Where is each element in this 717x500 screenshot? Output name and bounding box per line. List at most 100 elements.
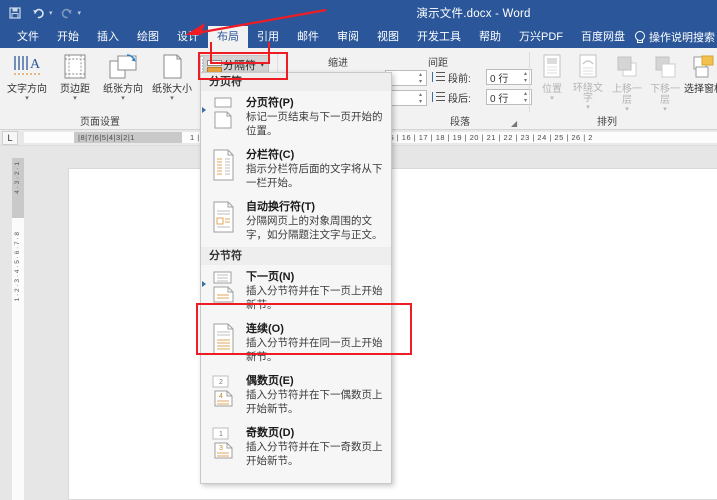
margins-icon — [52, 51, 98, 83]
ribbon-tab-11[interactable]: 帮助 — [470, 26, 510, 48]
ribbon-button-text-direction[interactable]: A 文字方向 ▾ — [4, 51, 50, 102]
menu-item-text: 奇数页(D) 插入分节符并在下一奇数页上开始新节。 — [246, 426, 383, 468]
spinner-arrows-icon[interactable]: ▴ ▾ — [416, 72, 425, 85]
ribbon-tab-2[interactable]: 插入 — [88, 26, 128, 48]
lightbulb-icon — [634, 30, 645, 44]
ribbon-tab-12[interactable]: 万兴PDF — [510, 26, 572, 48]
ribbon-tab-0[interactable]: 文件 — [8, 26, 48, 48]
menu-item-icon-wrapper: 24 — [209, 375, 239, 409]
ribbon-tab-label: 审阅 — [337, 31, 359, 43]
chevron-down-icon[interactable]: ▾ — [534, 95, 570, 102]
menu-item-title: 下一页(N) — [246, 271, 295, 283]
ribbon-button-selection-pane[interactable]: 选择窗格 — [684, 51, 717, 95]
ribbon-tab-label: 视图 — [377, 31, 399, 43]
ribbon-label: 上移一层 — [612, 84, 642, 106]
ribbon-tab-4[interactable]: 设计 — [168, 26, 208, 48]
ribbon-tab-label: 开发工具 — [417, 31, 461, 43]
ruler-v-numbers-body: 1 · 2 · 3 · 4 · 5 · 6 · 7 · 8 — [14, 232, 21, 302]
chevron-down-icon[interactable]: ▾ — [149, 95, 195, 102]
chevron-down-icon[interactable]: ▾ — [646, 106, 684, 113]
chevron-down-icon[interactable]: ▾ — [260, 61, 264, 69]
word-window: ▾ ▾ 演示文件.docx - Word 文件 开始 插入 绘图 设计 布局 引用 邮件 审阅 视… — [0, 0, 717, 500]
ribbon-tab-8[interactable]: 审阅 — [328, 26, 368, 48]
chevron-down-icon[interactable]: ▾ — [4, 95, 50, 102]
ribbon-button-send-backward[interactable]: 下移一层 ▾ — [646, 51, 684, 113]
text-direction-icon: A — [4, 51, 50, 83]
svg-text:A: A — [30, 57, 41, 72]
tab-stop-selector[interactable]: L — [2, 131, 18, 145]
ribbon-group-label-arrange: 排列 — [597, 117, 617, 128]
ribbon-label: 文字方向 — [7, 84, 47, 95]
menu-item-0-1[interactable]: 分栏符(C) 指示分栏符后面的文字将从下一栏开始。 — [201, 143, 391, 195]
column-break-icon — [211, 149, 237, 181]
document-page[interactable] — [68, 168, 717, 500]
ribbon-tab-label: 帮助 — [479, 31, 501, 43]
menu-item-marker-icon — [202, 107, 206, 113]
menu-item-description: 插入分节符并在下一页上开始新节。 — [246, 285, 383, 311]
menu-item-text: 连续(O) 插入分节符并在同一页上开始新节。 — [246, 322, 383, 364]
title-bar: ▾ ▾ 演示文件.docx - Word — [0, 0, 717, 26]
ribbon-button-orientation[interactable]: 纸张方向 ▾ — [100, 51, 146, 102]
menu-item-title: 分页符(P) — [246, 97, 294, 109]
tell-me-search[interactable]: 操作说明搜索 — [634, 26, 715, 48]
spinner-arrows-icon[interactable]: ▴ ▾ — [416, 92, 425, 105]
ribbon-button-paper-size[interactable]: 纸张大小 ▾ — [149, 51, 195, 102]
ribbon-button-wrap-text[interactable]: 环绕文字 ▾ — [570, 51, 606, 111]
spacing-before-field[interactable]: 0 行 ▴ ▾ — [486, 69, 532, 85]
svg-text:3: 3 — [219, 445, 223, 452]
paper-size-icon — [149, 51, 195, 83]
menu-item-title: 分栏符(C) — [246, 149, 295, 161]
ribbon-tab-13[interactable]: 百度网盘 — [572, 26, 634, 48]
ruler-numbers-left: |8|7|6|5|4|3|2|1 — [78, 133, 135, 142]
ribbon-button-bring-forward[interactable]: 上移一层 ▾ — [608, 51, 646, 113]
ribbon-tab-6[interactable]: 引用 — [248, 26, 288, 48]
ribbon-label: 纸张大小 — [152, 84, 192, 95]
ribbon-tab-label: 百度网盘 — [581, 31, 625, 43]
menu-item-title: 奇数页(D) — [246, 427, 295, 439]
ribbon-tab-3[interactable]: 绘图 — [128, 26, 168, 48]
ribbon-tab-label: 万兴PDF — [519, 31, 563, 43]
continuous-section-icon — [211, 323, 237, 355]
position-icon — [534, 51, 570, 83]
chevron-down-icon[interactable]: ▾ — [52, 95, 98, 102]
ribbon-tab-7[interactable]: 邮件 — [288, 26, 328, 48]
spacing-after-field[interactable]: 0 行 ▴ ▾ — [486, 89, 532, 105]
ribbon-tab-5[interactable]: 布局 — [208, 26, 248, 48]
ribbon-tab-1[interactable]: 开始 — [48, 26, 88, 48]
tell-me-label: 操作说明搜索 — [649, 32, 715, 44]
chevron-down-icon[interactable]: ▾ — [608, 106, 646, 113]
ribbon-button-position[interactable]: 位置 ▾ — [534, 51, 570, 102]
document-title: 演示文件.docx - Word — [416, 8, 531, 20]
odd-page-section-icon: 13 — [211, 427, 237, 459]
spacing-before-icon — [432, 71, 445, 84]
svg-text:4: 4 — [219, 393, 223, 400]
menu-item-1-2[interactable]: 2 4 偶数页(E) 插入分节符并在下一偶数页上开始新节。 — [201, 369, 391, 421]
ribbon-button-margins[interactable]: 页边距 ▾ — [52, 51, 98, 102]
menu-item-0-0[interactable]: 分页符(P) 标记一页结束与下一页开始的位置。 — [201, 91, 391, 143]
even-page-section-icon: 24 — [211, 375, 237, 407]
menu-item-1-1[interactable]: 连续(O) 插入分节符并在同一页上开始新节。 — [201, 317, 391, 369]
menu-item-description: 插入分节符并在下一奇数页上开始新节。 — [246, 441, 383, 467]
chevron-down-icon[interactable]: ▾ — [100, 95, 146, 102]
chevron-down-icon[interactable]: ▾ — [570, 104, 606, 111]
ribbon-tab-10[interactable]: 开发工具 — [408, 26, 470, 48]
ribbon-tab-label: 引用 — [257, 31, 279, 43]
paragraph-dialog-launcher-icon[interactable]: ◢ — [511, 119, 520, 128]
ribbon-label: 环绕文字 — [573, 83, 603, 104]
group-separator — [529, 52, 530, 112]
menu-item-1-3[interactable]: 1 3 奇数页(D) 插入分节符并在下一奇数页上开始新节。 — [201, 421, 391, 473]
ribbon-tab-label: 绘图 — [137, 31, 159, 43]
ribbon-label: 纸张方向 — [103, 84, 143, 95]
ribbon-tab-label: 布局 — [217, 31, 239, 43]
vertical-ruler[interactable]: 4 · 3 · 2 · 1 1 · 2 · 3 · 4 · 5 · 6 · 7 … — [12, 158, 24, 500]
menu-item-0-2[interactable]: 自动换行符(T) 分隔网页上的对象周围的文字，如分隔题注文字与正文。 — [201, 195, 391, 247]
breaks-icon — [207, 59, 222, 73]
menu-item-text: 分页符(P) 标记一页结束与下一页开始的位置。 — [246, 96, 383, 138]
ruler-margin-left — [24, 132, 74, 143]
menu-item-1-0[interactable]: 下一页(N) 插入分节符并在下一页上开始新节。 — [201, 265, 391, 317]
ribbon-tab-9[interactable]: 视图 — [368, 26, 408, 48]
menu-item-description: 指示分栏符后面的文字将从下一栏开始。 — [246, 163, 383, 189]
spacing-after-label: 段后: — [448, 94, 471, 105]
menu-item-icon-wrapper — [209, 323, 239, 357]
breaks-dropdown-menu[interactable]: 分页符 分页符(P) 标记一页结束与下一页开始的位置。 分栏符(C) 指示分栏符后面的文… — [200, 72, 392, 484]
